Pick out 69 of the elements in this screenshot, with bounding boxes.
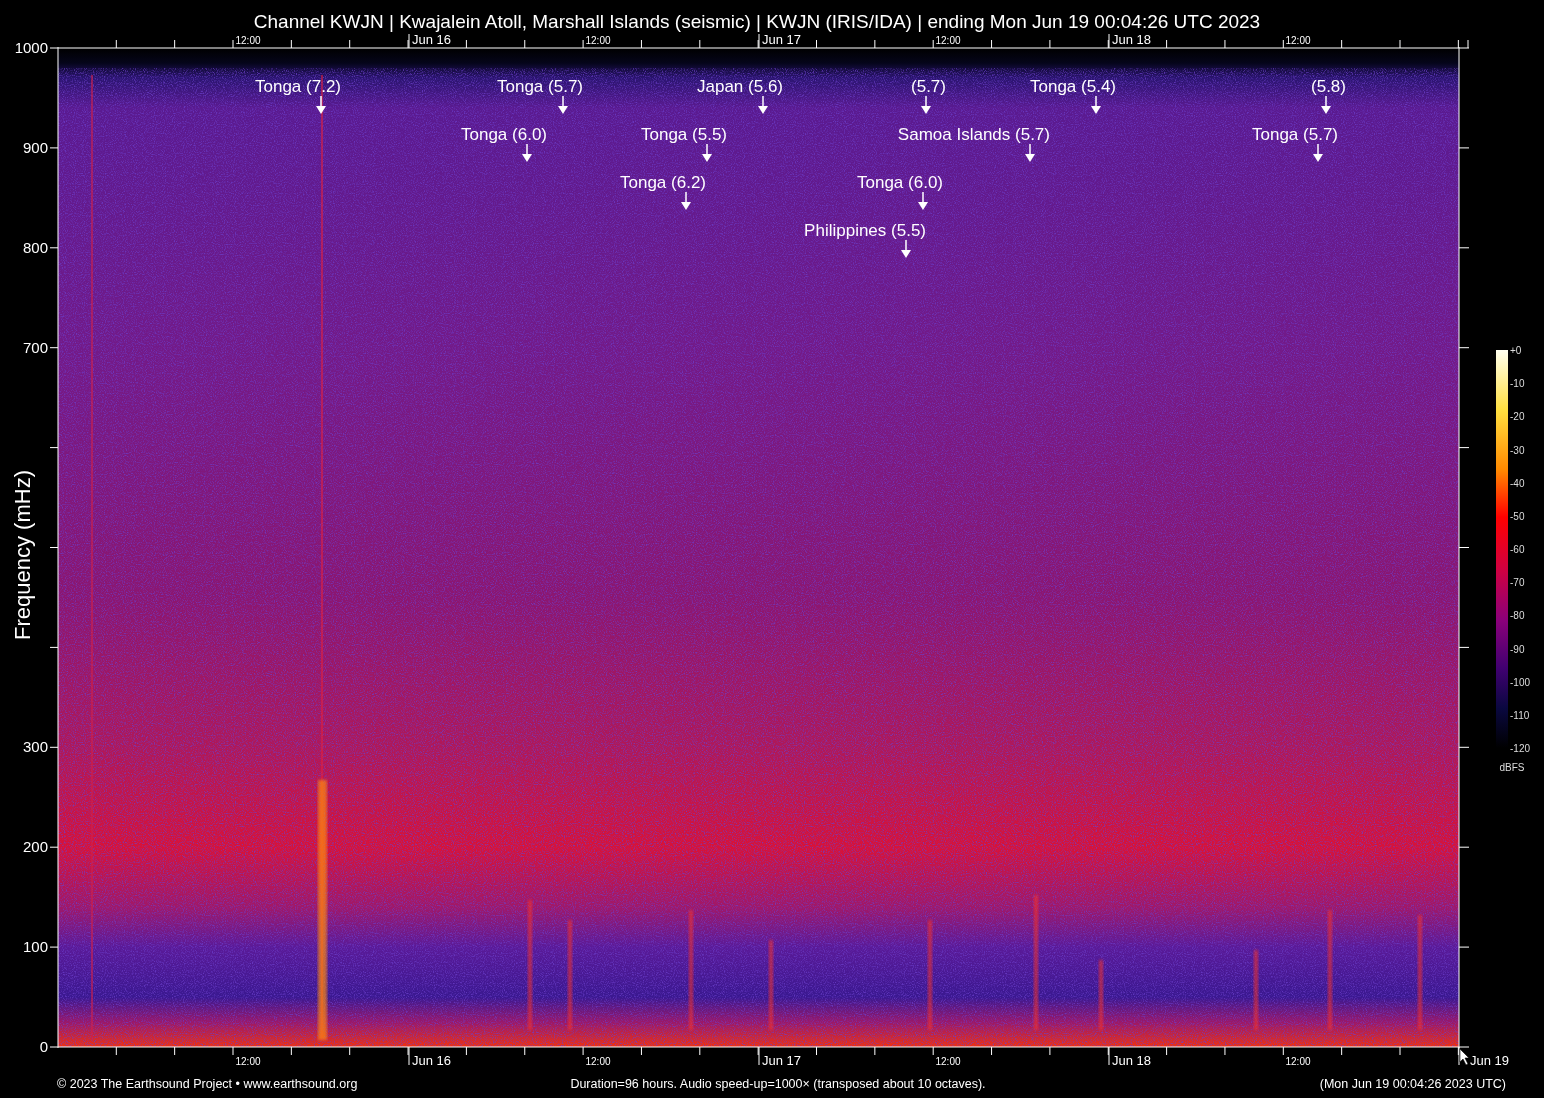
timestamp-text: (Mon Jun 19 00:04:26 2023 UTC) [1319,1077,1506,1091]
x-tick-label: Jun 16 [412,32,452,47]
event-label: Tonga (5.4) [1030,77,1116,96]
colorbar-tick-label: -60 [1510,544,1525,555]
down-arrow-icon [522,143,532,162]
down-arrow-icon [758,95,768,114]
y-tick-label: 800 [22,238,48,256]
credit-text: © 2023 The Earthsound Project • www.earthsound.org [57,1077,358,1091]
duration-text: Duration=96 hours. Audio speed-up=1000× (transposed about 10 octaves). [570,1077,986,1091]
down-arrow-icon [901,239,911,258]
colorbar-tick-label: -20 [1510,411,1525,423]
colorbar-unit: dBFS [1499,762,1525,773]
colorbar-tick-label: -110 [1510,709,1530,721]
x-tick-label: 12:00 [235,35,261,46]
colorbar-tick-label: -70 [1510,577,1525,589]
event-label: Tonga (6.0) [461,125,547,144]
event-label: Japan (5.6) [697,77,783,96]
mouse-pointer-icon [1459,1048,1470,1066]
x-tick-label: 12:00 [935,1056,961,1067]
colorbar-tick-label: -10 [1510,378,1525,390]
down-arrow-icon [1321,95,1331,114]
down-arrow-icon [316,95,326,114]
down-arrow-icon [1313,143,1323,162]
colorbar-tick-label: -30 [1510,444,1525,456]
down-arrow-icon [921,95,931,114]
y-tick-label: 700 [22,338,48,356]
y-tick-label: 900 [22,138,48,156]
x-tick-label: Jun 19 [1470,1053,1510,1068]
x-tick-label: Jun 16 [412,1053,452,1068]
x-tick-label: 12:00 [235,1056,261,1067]
event-label: (5.8) [1311,77,1346,96]
event-label: (5.7) [911,77,946,96]
event-label: Tonga (6.2) [620,173,706,192]
event-label: Tonga (5.5) [641,125,727,144]
x-tick-label: 12:00 [1285,35,1311,46]
event-label: Tonga (5.7) [1252,125,1338,144]
down-arrow-icon [558,95,568,114]
colorbar-tick-label: -50 [1510,510,1525,522]
y-tick-label: 0 [39,1038,48,1055]
colorbar-tick-label: -80 [1510,610,1525,622]
y-tick-label: 100 [22,938,48,956]
colorbar-tick-label: -90 [1510,643,1525,655]
y-tick-label: 300 [22,738,48,756]
x-tick-label: 12:00 [1285,1056,1311,1067]
down-arrow-icon [1025,143,1035,162]
colorbar-tick-label: -100 [1510,676,1530,688]
event-label: Philippines (5.5) [804,221,926,240]
y-tick-label: 1000 [14,39,48,56]
y-tick-label: 200 [22,838,48,856]
colorbar-tick-label: +0 [1510,345,1522,356]
x-tick-label: 12:00 [585,35,611,46]
x-tick-label: 12:00 [935,35,961,46]
plot-title: Channel KWJN | Kwajalein Atoll, Marshall Islands (seismic) | KWJN (IRIS/IDA) | ending Mon Jun 19 00:04:26 UTC 2023 [253,11,1261,32]
down-arrow-icon [1091,95,1101,114]
x-tick-label: Jun 17 [762,1053,802,1068]
x-tick-label: Jun 18 [1112,32,1152,47]
event-label: Tonga (7.2) [255,77,341,96]
down-arrow-icon [702,143,712,162]
colorbar-tick-label: -40 [1510,477,1525,489]
colorbar-tick-label: -120 [1510,743,1530,754]
x-tick-label: 12:00 [585,1056,611,1067]
x-tick-label: Jun 17 [762,32,802,47]
event-label: Tonga (6.0) [857,173,943,192]
down-arrow-icon [918,191,928,210]
y-axis-label: Frequency (mHz) [10,470,35,640]
down-arrow-icon [681,191,691,210]
event-label: Samoa Islands (5.7) [897,125,1050,144]
event-label: Tonga (5.7) [497,77,583,96]
x-tick-label: Jun 18 [1112,1053,1152,1068]
